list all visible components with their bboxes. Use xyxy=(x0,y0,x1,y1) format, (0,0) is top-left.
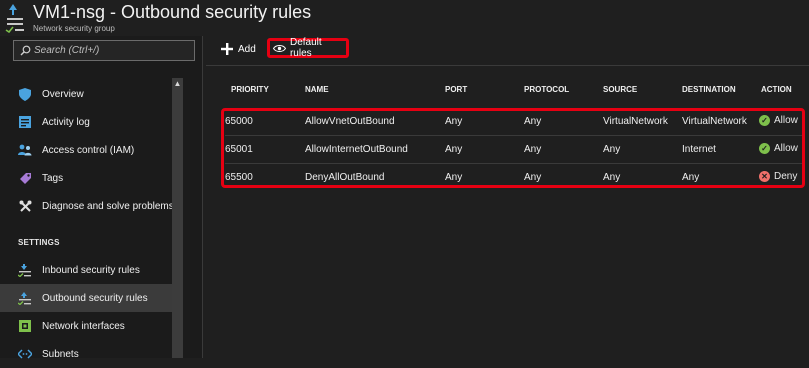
search-input[interactable] xyxy=(34,43,189,58)
sidebar-item-label: Network interfaces xyxy=(42,320,125,332)
search-box[interactable] xyxy=(13,40,195,61)
sidebar-item-tags[interactable]: Tags xyxy=(0,164,172,192)
column-header-source: SOURCE xyxy=(603,85,638,94)
users-icon xyxy=(18,143,32,157)
sidebar-scrollbar[interactable]: ▲ xyxy=(172,78,183,358)
sidebar: Overview Activity log Access control (IA… xyxy=(0,36,203,360)
outbound-rules-icon xyxy=(18,291,32,305)
sidebar-item-label: Tags xyxy=(42,172,64,184)
scroll-up-arrow-icon[interactable]: ▲ xyxy=(172,78,183,90)
eye-icon xyxy=(273,44,286,52)
sidebar-item-label: Activity log xyxy=(42,116,90,128)
settings-section-header: SETTINGS xyxy=(18,238,60,247)
blade-header: VM1-nsg - Outbound security rules Networ… xyxy=(0,0,809,36)
sidebar-item-overview[interactable]: Overview xyxy=(0,80,172,108)
activity-log-icon xyxy=(18,115,32,129)
sidebar-item-activity-log[interactable]: Activity log xyxy=(0,108,172,136)
rows-highlight-box xyxy=(221,108,805,188)
sidebar-item-network-interfaces[interactable]: Network interfaces xyxy=(0,312,172,340)
sidebar-item-label: Inbound security rules xyxy=(42,264,140,276)
add-button[interactable]: Add xyxy=(221,37,263,61)
column-header-protocol: PROTOCOL xyxy=(524,85,570,94)
sidebar-item-label: Access control (IAM) xyxy=(42,144,135,156)
page-title: VM1-nsg - Outbound security rules xyxy=(33,2,312,22)
toolbar-divider xyxy=(206,65,809,66)
plus-icon xyxy=(221,43,233,55)
sidebar-item-subnets[interactable]: Subnets xyxy=(0,340,172,368)
column-header-action: ACTION xyxy=(761,85,792,94)
column-header-destination: DESTINATION xyxy=(682,85,736,94)
inbound-rules-icon xyxy=(18,263,32,277)
column-header-priority: PRIORITY xyxy=(231,85,269,94)
sidebar-item-label: Outbound security rules xyxy=(42,292,148,304)
tag-icon xyxy=(18,171,32,185)
add-button-label: Add xyxy=(238,43,256,55)
outbound-rules-icon xyxy=(5,4,24,33)
sidebar-item-inbound-rules[interactable]: Inbound security rules xyxy=(0,256,172,284)
default-rules-label: Default rules xyxy=(289,37,322,59)
sidebar-item-outbound-rules[interactable]: Outbound security rules xyxy=(0,284,172,312)
network-interface-icon xyxy=(18,319,32,333)
default-rules-button[interactable]: Default rules xyxy=(267,37,349,59)
column-header-name: NAME xyxy=(305,85,329,94)
sidebar-item-access-control[interactable]: Access control (IAM) xyxy=(0,136,172,164)
sidebar-item-diagnose[interactable]: Diagnose and solve problems xyxy=(0,192,174,220)
wrench-icon xyxy=(18,199,32,213)
subnet-icon xyxy=(18,347,32,361)
column-header-port: PORT xyxy=(445,85,468,94)
page-subtitle: Network security group xyxy=(33,24,115,33)
sidebar-item-label: Overview xyxy=(42,88,84,100)
sidebar-item-label: Diagnose and solve problems xyxy=(42,200,174,212)
main-content: Add Default rules PRIORITY NAME PORT PRO… xyxy=(203,36,809,358)
search-icon xyxy=(20,45,31,56)
shield-icon xyxy=(18,87,32,101)
